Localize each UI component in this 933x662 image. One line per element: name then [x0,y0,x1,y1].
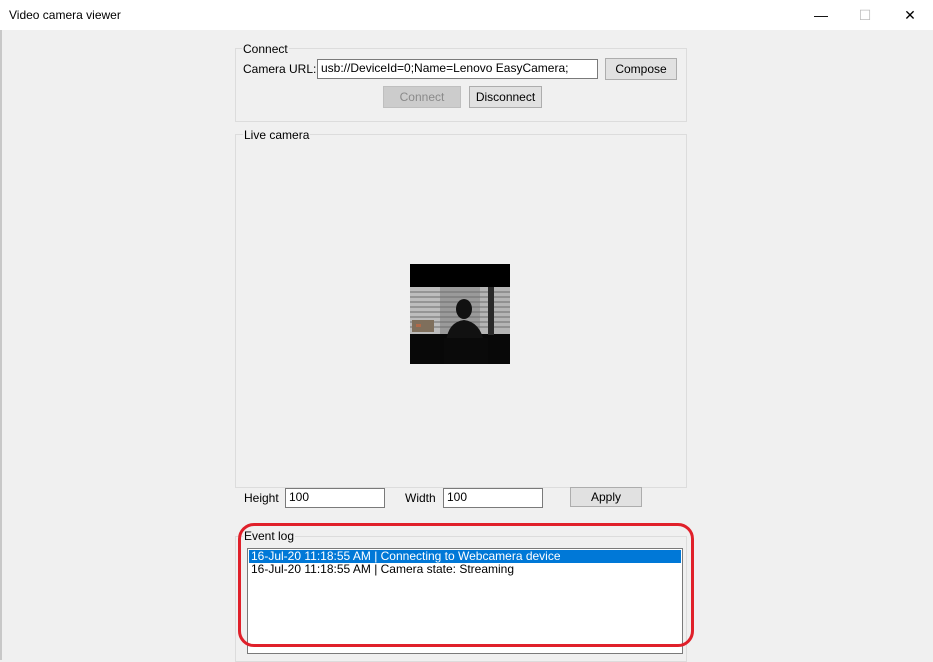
camera-video-frame [410,264,510,364]
compose-button[interactable]: Compose [605,58,677,80]
live-camera-group-label: Live camera [243,128,311,142]
maximize-icon: ☐ [858,6,872,23]
maximize-button[interactable]: ☐ [842,0,888,30]
connect-group-label: Connect [242,42,289,56]
close-icon: ✕ [904,6,916,23]
connect-button[interactable]: Connect [383,86,461,108]
webcam-image [410,264,510,364]
minimize-button[interactable]: — [798,0,844,30]
width-label: Width [405,491,436,505]
minimize-icon: — [814,7,828,23]
height-input[interactable]: 100 [285,488,385,508]
camera-url-label: Camera URL: [243,62,317,76]
list-item[interactable]: 16-Jul-20 11:18:55 AM | Camera state: St… [249,563,681,576]
width-input[interactable]: 100 [443,488,543,508]
title-bar: Video camera viewer — ☐ ✕ [0,0,933,30]
disconnect-button[interactable]: Disconnect [469,86,542,108]
event-log-group-label: Event log [243,529,296,543]
window-border [0,30,2,660]
window-title: Video camera viewer [9,8,121,22]
apply-button[interactable]: Apply [570,487,642,507]
event-log-list[interactable]: 16-Jul-20 11:18:55 AM | Connecting to We… [247,548,683,654]
close-button[interactable]: ✕ [887,0,933,30]
camera-url-input[interactable]: usb://DeviceId=0;Name=Lenovo EasyCamera; [317,59,598,79]
height-label: Height [244,491,279,505]
